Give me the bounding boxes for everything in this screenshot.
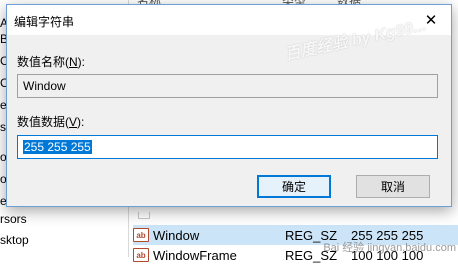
value-name-label: 数值名称(N): [17,55,86,69]
ok-button-label: 确定 [281,180,306,194]
tree-item-cursors[interactable]: rsors [0,212,27,226]
string-value-icon: ab [133,248,149,262]
value-name-field: Window [17,74,438,98]
value-row-icon-partial [138,212,150,219]
value-data-input[interactable]: 255 255 255 [17,135,438,159]
dialog-title: 编辑字符串 [14,15,75,29]
value-name: Window [153,227,200,243]
close-icon: ✕ [424,12,438,29]
corner-watermark-text: Bai 经验 jingyan.baidu.com [323,242,456,254]
value-data-selected-text: 255 255 255 [23,140,92,154]
ok-button[interactable]: 确定 [257,175,331,198]
cancel-button[interactable]: 取消 [356,175,430,198]
value-name: WindowFrame [153,247,237,263]
tree-item-desktop[interactable]: sktop [0,233,29,247]
value-data-label: 数值数据(V): [17,115,85,129]
string-value-icon: ab [133,228,149,242]
cancel-button-label: 取消 [380,180,405,194]
value-name-text: Window [23,79,66,93]
